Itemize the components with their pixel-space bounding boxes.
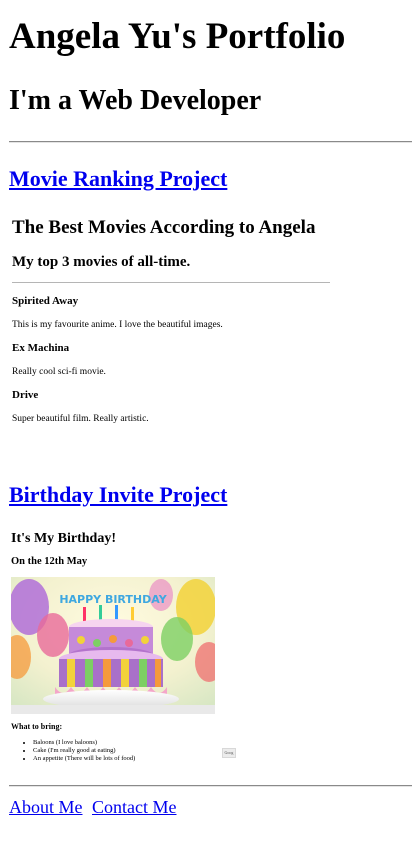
- movie-title: Drive: [12, 389, 39, 401]
- movie-ranking-embed[interactable]: The Best Movies According to Angela My t…: [9, 210, 339, 450]
- divider-top: [9, 141, 412, 143]
- movie-ranking-project-link[interactable]: Movie Ranking Project: [9, 166, 227, 192]
- page-subtitle: I'm a Web Developer: [9, 85, 262, 116]
- list-item: Cake (I'm really good at eating): [33, 747, 135, 755]
- contact-me-link[interactable]: Contact Me: [92, 796, 176, 818]
- birthday-heading: It's My Birthday!: [11, 531, 116, 546]
- movie-title: Spirited Away: [12, 295, 79, 307]
- birthday-date: On the 12th May: [11, 556, 88, 567]
- movie-description: Really cool sci-fi movie.: [12, 367, 106, 377]
- bring-list: Baloons (I love baloons) Cake (I'm reall…: [21, 739, 135, 763]
- movie-title: Ex Machina: [12, 342, 70, 354]
- list-item: Baloons (I love baloons): [33, 739, 135, 747]
- movie-divider: [12, 282, 330, 283]
- movie-description: Super beautiful film. Really artistic.: [12, 414, 149, 424]
- what-to-bring-label: What to bring:: [11, 722, 63, 731]
- about-me-link[interactable]: About Me: [9, 796, 83, 818]
- birthday-cake-image: HAPPY BIRTHDAY: [11, 577, 215, 714]
- movie-description: This is my favourite anime. I love the b…: [12, 320, 223, 330]
- cake-topper-text: HAPPY BIRTHDAY: [59, 593, 167, 606]
- divider-bottom: [9, 785, 412, 787]
- list-item: An appetite (There will be lots of food): [33, 755, 135, 763]
- birthday-invite-project-link[interactable]: Birthday Invite Project: [9, 482, 227, 508]
- movie-page-heading: The Best Movies According to Angela: [12, 217, 316, 238]
- movie-page-subheading: My top 3 movies of all-time.: [12, 254, 191, 270]
- google-maps-button[interactable]: Goog: [222, 748, 236, 758]
- birthday-invite-embed[interactable]: It's My Birthday! On the 12th May HAPPY …: [9, 527, 239, 772]
